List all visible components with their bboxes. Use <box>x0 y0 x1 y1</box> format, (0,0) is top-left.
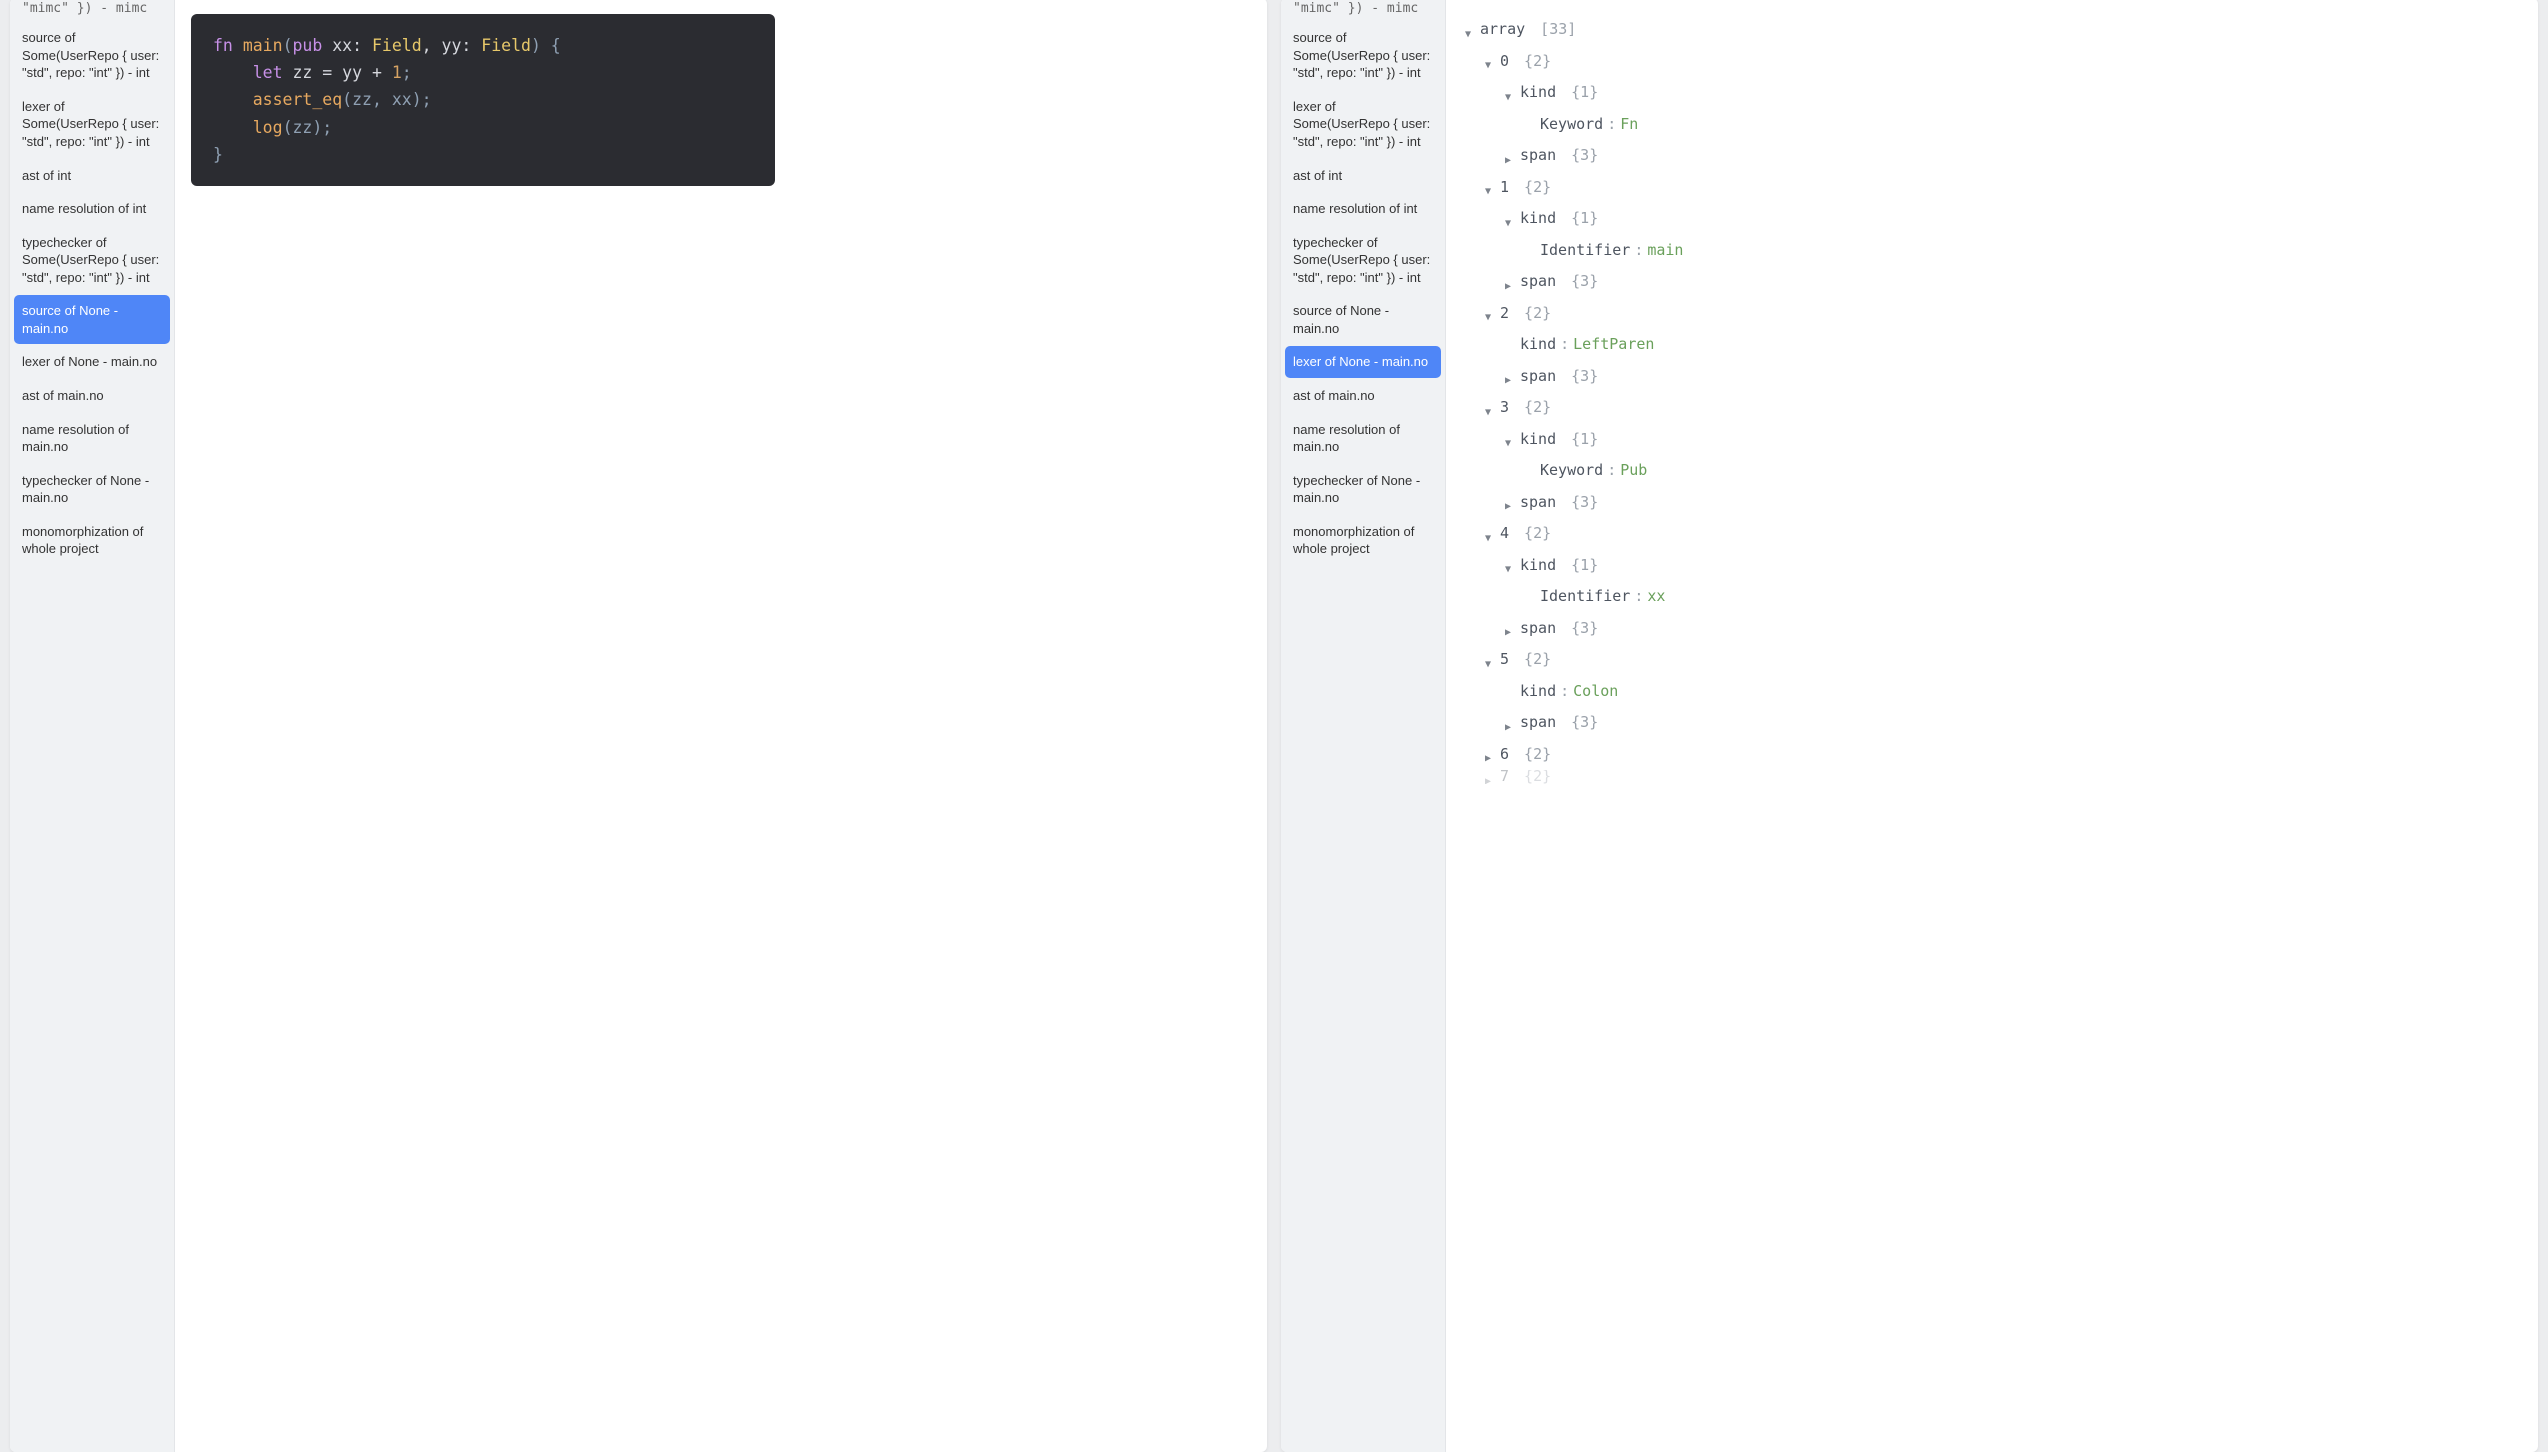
tree-row[interactable]: kind:LeftParen <box>1462 329 2512 361</box>
sidebar-item[interactable]: source of Some(UserRepo { user: "std", r… <box>14 22 170 89</box>
json-tree[interactable]: ▼array [33]▼0 {2}▼kind {1}Keyword:Fn▶spa… <box>1462 14 2522 784</box>
caret-icon: ▶ <box>1502 496 1514 508</box>
left-content: fn main(pub xx: Field, yy: Field) { let … <box>175 0 1267 1452</box>
tree-row[interactable]: ▶6 {2} <box>1462 739 2512 771</box>
caret-icon: ▼ <box>1502 559 1514 571</box>
sidebar-item[interactable]: ast of int <box>14 160 170 192</box>
tree-row[interactable]: ▼kind {1} <box>1462 424 2512 456</box>
caret-icon: ▶ <box>1502 622 1514 634</box>
sidebar-item[interactable]: lexer of None - main.no <box>1285 346 1441 378</box>
sidebar-item[interactable]: ast of main.no <box>14 380 170 412</box>
right-content: ▼array [33]▼0 {2}▼kind {1}Keyword:Fn▶spa… <box>1446 0 2538 1452</box>
caret-icon <box>1522 591 1534 603</box>
sidebar-item[interactable]: ast of main.no <box>1285 380 1441 412</box>
sidebar-item[interactable]: ast of int <box>1285 160 1441 192</box>
tree-row[interactable]: ▼kind {1} <box>1462 77 2512 109</box>
sidebar-item[interactable]: typechecker of Some(UserRepo { user: "st… <box>1285 227 1441 294</box>
sidebar-item[interactable]: name resolution of main.no <box>1285 414 1441 463</box>
tree-row[interactable]: ▼array [33] <box>1462 14 2512 46</box>
right-panel: "mimc" }) - mimc source of Some(UserRepo … <box>1281 0 2538 1452</box>
caret-icon: ▼ <box>1482 402 1494 414</box>
caret-icon <box>1502 685 1514 697</box>
sidebar-item[interactable]: lexer of Some(UserRepo { user: "std", re… <box>1285 91 1441 158</box>
tree-row[interactable]: kind:Colon <box>1462 676 2512 708</box>
caret-icon: ▼ <box>1482 654 1494 666</box>
sidebar-truncated-top: "mimc" }) - mimc <box>14 2 170 20</box>
tree-row[interactable]: ▼4 {2} <box>1462 518 2512 550</box>
caret-icon <box>1502 339 1514 351</box>
tree-row[interactable]: Identifier:main <box>1462 235 2512 267</box>
sidebar-item[interactable]: lexer of None - main.no <box>14 346 170 378</box>
tree-row[interactable]: ▶span {3} <box>1462 361 2512 393</box>
tree-row[interactable]: ▶span {3} <box>1462 140 2512 172</box>
caret-icon: ▼ <box>1502 213 1514 225</box>
caret-icon <box>1522 465 1534 477</box>
caret-icon: ▼ <box>1482 181 1494 193</box>
app-root: "mimc" }) - mimc source of Some(UserRepo … <box>0 0 2548 1452</box>
caret-icon: ▼ <box>1502 87 1514 99</box>
caret-icon: ▶ <box>1502 370 1514 382</box>
sidebar-item[interactable]: source of Some(UserRepo { user: "std", r… <box>1285 22 1441 89</box>
caret-icon: ▼ <box>1482 307 1494 319</box>
caret-icon: ▼ <box>1482 55 1494 67</box>
tree-row[interactable]: ▼kind {1} <box>1462 550 2512 582</box>
left-sidebar[interactable]: "mimc" }) - mimc source of Some(UserRepo … <box>10 0 175 1452</box>
tree-row[interactable]: Identifier:xx <box>1462 581 2512 613</box>
sidebar-item[interactable]: monomorphization of whole project <box>1285 516 1441 565</box>
sidebar-item[interactable]: monomorphization of whole project <box>14 516 170 565</box>
sidebar-item[interactable]: typechecker of None - main.no <box>14 465 170 514</box>
caret-icon <box>1522 244 1534 256</box>
left-panel: "mimc" }) - mimc source of Some(UserRepo … <box>10 0 1267 1452</box>
tree-row[interactable]: ▶span {3} <box>1462 613 2512 645</box>
caret-icon <box>1522 118 1534 130</box>
tree-row[interactable]: ▶span {3} <box>1462 266 2512 298</box>
sidebar-item[interactable]: typechecker of Some(UserRepo { user: "st… <box>14 227 170 294</box>
caret-icon: ▼ <box>1462 24 1474 36</box>
sidebar-truncated-top: "mimc" }) - mimc <box>1285 2 1441 20</box>
caret-icon: ▶ <box>1482 771 1494 783</box>
tree-row[interactable]: ▼kind {1} <box>1462 203 2512 235</box>
tree-row[interactable]: ▶7 {2} <box>1462 770 2512 784</box>
sidebar-item[interactable]: lexer of Some(UserRepo { user: "std", re… <box>14 91 170 158</box>
caret-icon: ▶ <box>1502 276 1514 288</box>
caret-icon: ▶ <box>1482 748 1494 760</box>
tree-row[interactable]: ▼3 {2} <box>1462 392 2512 424</box>
caret-icon: ▼ <box>1482 528 1494 540</box>
sidebar-item[interactable]: name resolution of main.no <box>14 414 170 463</box>
tree-row[interactable]: ▼5 {2} <box>1462 644 2512 676</box>
sidebar-item[interactable]: source of None - main.no <box>14 295 170 344</box>
tree-row[interactable]: ▼1 {2} <box>1462 172 2512 204</box>
tree-row[interactable]: Keyword:Fn <box>1462 109 2512 141</box>
caret-icon: ▶ <box>1502 150 1514 162</box>
right-sidebar[interactable]: "mimc" }) - mimc source of Some(UserRepo … <box>1281 0 1446 1452</box>
sidebar-item[interactable]: name resolution of int <box>14 193 170 225</box>
caret-icon: ▶ <box>1502 717 1514 729</box>
code-block: fn main(pub xx: Field, yy: Field) { let … <box>191 14 775 186</box>
tree-row[interactable]: ▼2 {2} <box>1462 298 2512 330</box>
sidebar-item[interactable]: source of None - main.no <box>1285 295 1441 344</box>
tree-row[interactable]: ▼0 {2} <box>1462 46 2512 78</box>
tree-row[interactable]: ▶span {3} <box>1462 707 2512 739</box>
sidebar-item[interactable]: typechecker of None - main.no <box>1285 465 1441 514</box>
tree-row[interactable]: Keyword:Pub <box>1462 455 2512 487</box>
tree-row[interactable]: ▶span {3} <box>1462 487 2512 519</box>
caret-icon: ▼ <box>1502 433 1514 445</box>
sidebar-item[interactable]: name resolution of int <box>1285 193 1441 225</box>
